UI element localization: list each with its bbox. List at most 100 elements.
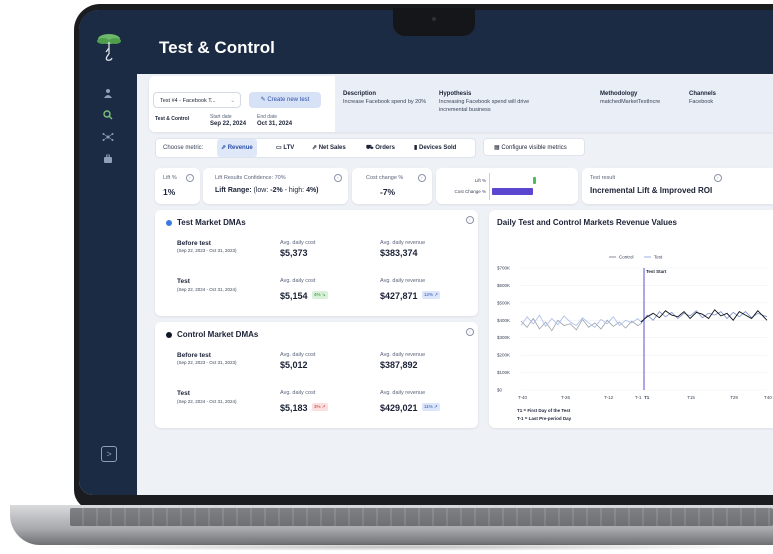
revenue-line-chart: $0 $100K $200K $300K $400K $500K $600K $700K T-4… [497, 255, 772, 401]
y-tick-label: $600K [497, 283, 510, 288]
trend-icon: ⇗ [221, 145, 227, 151]
test-select-value: Test #4 - Facebook T... [160, 98, 216, 104]
test-type: Test & Control [155, 116, 190, 122]
revenue-chart-panel: Daily Test and Control Markets Revenue V… [489, 210, 773, 428]
range-high-value: 4%) [306, 187, 319, 194]
metric-tab-net-sales[interactable]: ⇗ Net Sales [312, 139, 346, 157]
test-revenue-wrap: $427,871 12% ↗ [380, 286, 441, 304]
control-dot-icon [166, 332, 172, 338]
chevron-down-icon: ⌄ [230, 98, 235, 104]
methodology-label: Methodology [600, 91, 638, 97]
laptop-keyboard-edge [70, 508, 773, 526]
metric-tab-revenue[interactable]: ⇗ Revenue [217, 139, 257, 157]
info-icon[interactable]: i [466, 328, 474, 336]
end-date-value: Oct 31, 2024 [257, 121, 293, 127]
metric-devices-label: Devices Sold [418, 145, 457, 151]
search-icon[interactable] [101, 110, 115, 124]
test-avg-revenue: $429,021 [380, 403, 418, 413]
confidence-label: Lift Results Confidence: 70% [215, 175, 286, 181]
description-block: Description Increase Facebook spend by 2… [343, 90, 429, 106]
before-avg-cost: $5,373 [280, 248, 308, 258]
test-period-label: Test [177, 390, 190, 397]
range-low-label: (low: [253, 187, 271, 194]
y-tick-label: $200K [497, 353, 510, 358]
legend-control-label: Control [619, 255, 634, 260]
before-avg-cost: $5,012 [280, 360, 308, 370]
y-tick-label: $500K [497, 300, 510, 305]
cost-change-label: Cost change % [366, 175, 404, 181]
laptop-shadow [30, 543, 773, 551]
mini-lift-label: Lift % [474, 178, 486, 183]
lift-card: Lift % i 1% [155, 168, 200, 204]
metric-tab-orders[interactable]: ⛟ Orders [366, 139, 395, 157]
mini-cost-label: Cost Change % [454, 189, 486, 194]
test-result-label: Test result [590, 175, 616, 181]
chart-footnote-t1: T1 = First Day of the Test [517, 408, 571, 413]
description-label: Description [343, 91, 377, 97]
avg-revenue-label: Avg. daily revenue [380, 240, 426, 246]
methodology-block: Methodology matchedMarketTestIncre [600, 90, 686, 106]
info-icon[interactable]: i [334, 174, 342, 182]
revenue-change-badge: 12% ↗ [422, 290, 441, 299]
test-period-label: Test [177, 278, 190, 285]
before-test-dates: (Sep 22, 2023 - Oct 31, 2023) [177, 248, 237, 253]
test-period-dates: (Sep 22, 2024 - Oct 31, 2024) [177, 287, 237, 292]
x-tick-label: T15 [687, 395, 695, 400]
metric-tab-ltv[interactable]: ▭ LTV [276, 139, 294, 157]
cart-icon: ⛟ [366, 145, 374, 151]
lift-label: Lift % [163, 175, 177, 181]
test-markets-panel: Test Market DMAs i Before test (Sep 22, … [155, 210, 478, 316]
test-select[interactable]: Test #4 - Facebook T... ⌄ [153, 92, 241, 108]
cost-change-card: Cost change % i -7% [352, 168, 432, 204]
test-avg-revenue: $427,871 [380, 291, 418, 301]
expand-sidebar-button[interactable]: > [101, 446, 117, 462]
cost-change-badge: 3% ↗ [311, 402, 328, 411]
camera-notch [393, 8, 475, 36]
avg-cost-label: Avg. daily cost [280, 390, 316, 396]
network-icon[interactable] [101, 132, 115, 146]
avg-revenue-label: Avg. daily revenue [380, 352, 426, 358]
metric-tab-devices[interactable]: ▮ Devices Sold [414, 139, 456, 157]
legend-test-label: Test [654, 255, 663, 260]
test-dot-icon [166, 220, 172, 226]
briefcase-icon[interactable] [101, 154, 115, 168]
test-result-card: Test result i Incremental Lift & Improve… [582, 168, 773, 204]
control-markets-panel: Control Market DMAs i Before test (Sep 2… [155, 322, 478, 428]
start-date-value: Sep 22, 2024 [210, 121, 247, 127]
mini-bars-card: Lift % Cost Change % [436, 168, 578, 204]
camera-icon [432, 17, 436, 21]
configure-metrics-button[interactable]: ▦ Configure visible metrics [483, 138, 585, 156]
y-tick-label: $400K [497, 318, 510, 323]
create-test-button[interactable]: ✎ Create new test [249, 92, 321, 108]
info-icon[interactable]: i [186, 174, 194, 182]
start-date-label: Start date [210, 114, 232, 120]
before-test-label: Before test [177, 352, 211, 359]
before-avg-revenue: $383,374 [380, 248, 418, 258]
control-markets-title: Control Market DMAs [177, 330, 259, 339]
channels-block: Channels Facebook [689, 90, 749, 106]
x-tick-label: T29 [730, 395, 738, 400]
range-high-label: - high: [282, 187, 307, 194]
description-text: Increase Facebook spend by 20% [343, 99, 427, 105]
confidence-card: Lift Results Confidence: 70% i Lift Rang… [203, 168, 348, 204]
x-tick-label: T-1 [635, 395, 642, 400]
lift-range: Lift Range: (low: -2% - high: 4%) [215, 187, 319, 194]
info-icon[interactable]: i [418, 174, 426, 182]
channels-label: Channels [689, 91, 717, 97]
test-avg-cost: $5,183 [280, 403, 308, 413]
metric-net-sales-label: Net Sales [318, 145, 346, 151]
test-avg-cost: $5,154 [280, 291, 308, 301]
test-revenue-wrap: $429,021 11% ↗ [380, 398, 440, 416]
device-icon: ▮ [414, 145, 418, 151]
metric-orders-label: Orders [375, 145, 395, 151]
hypothesis-text: Increasing Facebook spend will drive inc… [439, 99, 530, 113]
end-date-label: End date [257, 114, 278, 120]
info-icon[interactable]: i [714, 174, 722, 182]
revenue-change-badge: 11% ↗ [422, 402, 440, 411]
info-icon[interactable]: i [466, 216, 474, 224]
metric-revenue-label: Revenue [227, 145, 253, 151]
user-icon[interactable] [101, 88, 115, 102]
range-low-value: -2% [270, 187, 283, 194]
y-tick-label: $100K [497, 370, 510, 375]
mini-cost-bar [492, 188, 533, 195]
